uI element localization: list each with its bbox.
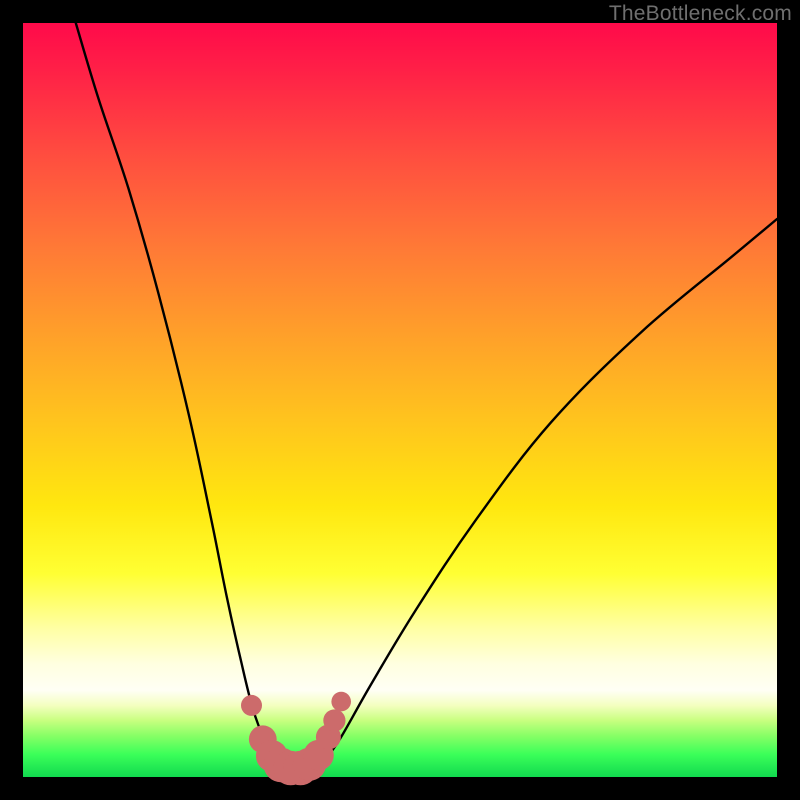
watermark-text: TheBottleneck.com bbox=[609, 2, 792, 26]
marker-dot bbox=[323, 709, 345, 731]
marker-dot bbox=[331, 692, 351, 712]
bottleneck-curve-line bbox=[76, 23, 777, 769]
marker-dot bbox=[241, 695, 262, 716]
chart-svg bbox=[23, 23, 777, 777]
outer-frame: TheBottleneck.com bbox=[0, 0, 800, 800]
marker-dots bbox=[241, 692, 351, 786]
